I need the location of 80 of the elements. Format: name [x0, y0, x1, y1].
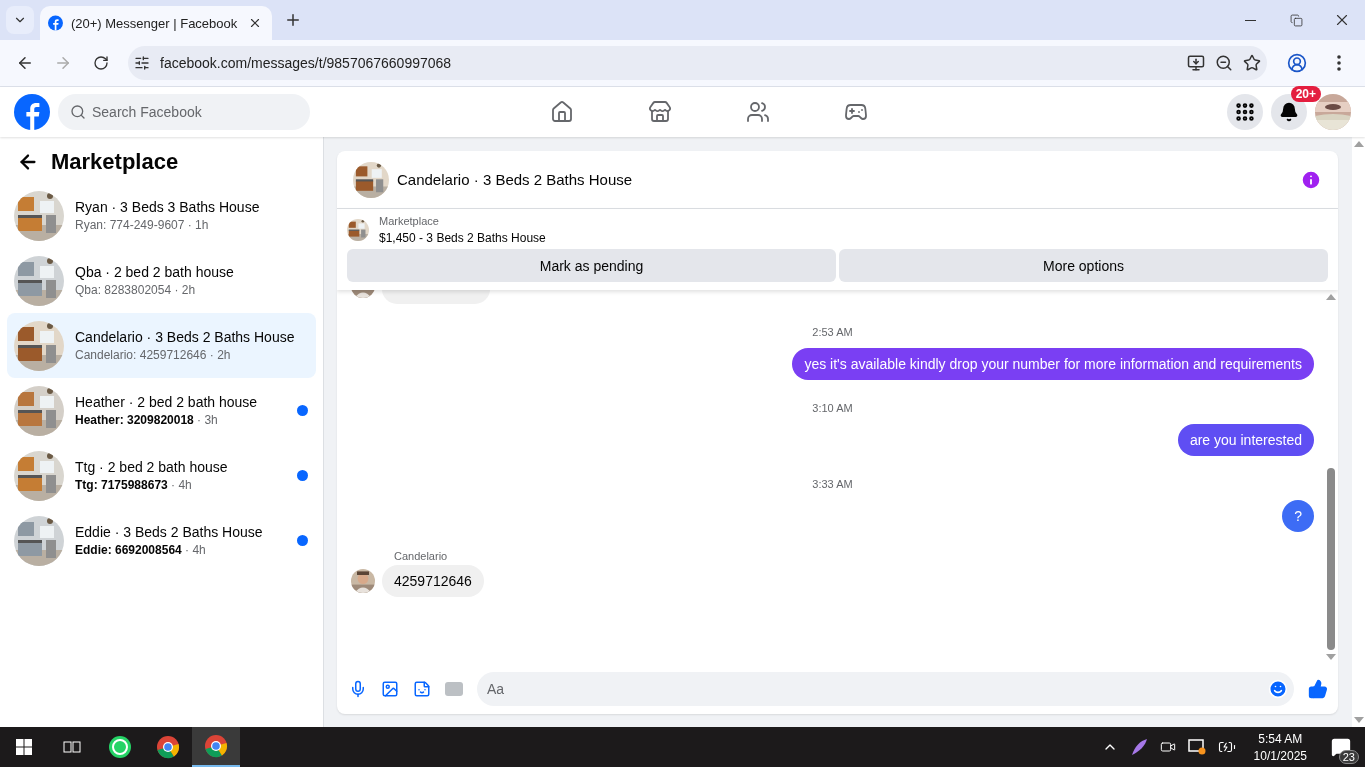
conversation-item[interactable]: Heather · 2 bed 2 bath house Heather: 3209820018 · 3h	[7, 378, 316, 443]
conversation-title: Candelario · 3 Beds 2 Baths House	[75, 329, 296, 345]
camera-icon	[1159, 739, 1176, 755]
tab-title: (20+) Messenger | Facebook	[70, 15, 238, 31]
conversation-preview: Ttg: 7175988673 · 4h	[75, 478, 193, 492]
bell-icon	[1279, 102, 1299, 122]
conversation-item[interactable]: Candelario · 3 Beds 2 Baths House Candelario: 4259712646 · 2h	[7, 313, 316, 378]
clock-time: 5:54 AM	[1258, 731, 1303, 746]
microphone-icon	[349, 680, 367, 698]
conversation-item[interactable]: Qba · 2 bed 2 bath house Qba: 8283802054 · 2h	[7, 248, 316, 313]
thumbs-up-icon	[1308, 679, 1328, 699]
conversation-title: Qba · 2 bed 2 bath house	[75, 264, 235, 280]
feather-icon[interactable]	[1129, 738, 1148, 756]
page-scrollbar[interactable]	[1352, 137, 1365, 727]
browser-tab[interactable]: (20+) Messenger | Facebook	[40, 6, 272, 40]
conversation-item[interactable]: Ttg · 2 bed 2 bath house Ttg: 7175988673 · 4h	[7, 443, 316, 508]
clock-date: 10/1/2025	[1253, 748, 1307, 763]
conversation-title: Ttg · 2 bed 2 bath house	[75, 459, 229, 475]
message-time: 3:10 AM	[812, 402, 853, 414]
facebook-logo-icon	[48, 15, 63, 31]
zoom-icon	[1215, 54, 1233, 72]
url-text: facebook.com/messages/t/9857067660997068	[160, 55, 453, 71]
notification-badge: 20+	[1290, 86, 1321, 102]
reload-icon	[93, 55, 109, 71]
restore-icon	[1289, 13, 1303, 27]
minimize-icon	[1244, 19, 1256, 21]
unread-dot	[297, 470, 308, 481]
unread-dot	[297, 405, 308, 416]
unread-dot	[297, 535, 308, 546]
address-bar[interactable]: facebook.com/messages/t/9857067660997068	[128, 46, 1267, 80]
message-field[interactable]: Aa	[477, 672, 1294, 706]
notification-count: 23	[1338, 750, 1359, 764]
store-icon	[647, 100, 672, 124]
menu-button[interactable]	[1227, 94, 1263, 130]
conversation-title: Eddie · 3 Beds 2 Baths House	[75, 524, 264, 540]
sticker-icon	[413, 680, 431, 698]
message-time: 2:53 AM	[812, 326, 853, 338]
search-icon	[70, 104, 86, 120]
home-icon	[549, 100, 574, 124]
forward-arrow-icon	[54, 54, 72, 72]
listing-label: Marketplace	[379, 215, 440, 227]
conversation-preview: Heather: 3209820018 · 3h	[75, 413, 219, 427]
photo-icon	[381, 680, 399, 698]
grid-icon	[1234, 101, 1256, 123]
site-settings-icon	[134, 55, 150, 71]
sent-message: ?	[1282, 500, 1314, 532]
browser-icon[interactable]	[156, 735, 180, 759]
chat-app-icon[interactable]	[108, 735, 132, 759]
conversation-preview: Eddie: 6692008564 · 4h	[75, 543, 207, 557]
bookmark-star-icon	[1243, 54, 1261, 72]
sender-name: Candelario	[394, 550, 449, 562]
action-button[interactable]: More options	[839, 249, 1328, 282]
search-field[interactable]: Search Facebook	[58, 94, 310, 130]
plus-icon	[284, 11, 302, 29]
windows-logo-icon[interactable]	[16, 739, 32, 755]
facebook-logo-icon[interactable]	[14, 94, 50, 130]
conversation-preview: Qba: 8283802054 · 2h	[75, 283, 197, 297]
notification-center-button[interactable]: 23	[1325, 732, 1357, 762]
conversation-item[interactable]: Eddie · 3 Beds 2 Baths House Eddie: 6692008564 · 4h	[7, 508, 316, 573]
menu-icon[interactable]	[1337, 55, 1341, 71]
sidebar-title: Marketplace	[51, 149, 179, 175]
chat-title: Candelario · 3 Beds 2 Baths House	[397, 171, 634, 188]
info-icon	[1300, 168, 1322, 191]
action-button[interactable]: Mark as pending	[347, 249, 836, 282]
task-view-icon[interactable]	[63, 739, 81, 755]
display-icon[interactable]	[1187, 739, 1206, 755]
sent-message: are you interested	[1177, 424, 1314, 456]
conversation-preview: Candelario: 4259712646 · 2h	[75, 348, 232, 362]
listing-name: $1,450 - 3 Beds 2 Baths House	[379, 231, 546, 245]
conversation-title: Ryan · 3 Beds 3 Baths House	[75, 199, 261, 215]
profile-icon	[1287, 53, 1307, 73]
message-time: 3:33 AM	[812, 478, 853, 490]
sent-message: yes it's available kindly drop your number for more information and requirements	[792, 348, 1314, 380]
groups-icon	[745, 100, 770, 124]
conversation-preview: Ryan: 774-249-9607 · 1h	[75, 218, 210, 232]
install-icon	[1187, 54, 1205, 72]
conversation-title: Heather · 2 bed 2 bath house	[75, 394, 259, 410]
browser-icon[interactable]	[204, 734, 228, 758]
received-message: 4259712646	[382, 565, 484, 597]
conversation-item[interactable]: Ryan · 3 Beds 3 Baths House Ryan: 774-249-9607 · 1h	[7, 183, 316, 248]
